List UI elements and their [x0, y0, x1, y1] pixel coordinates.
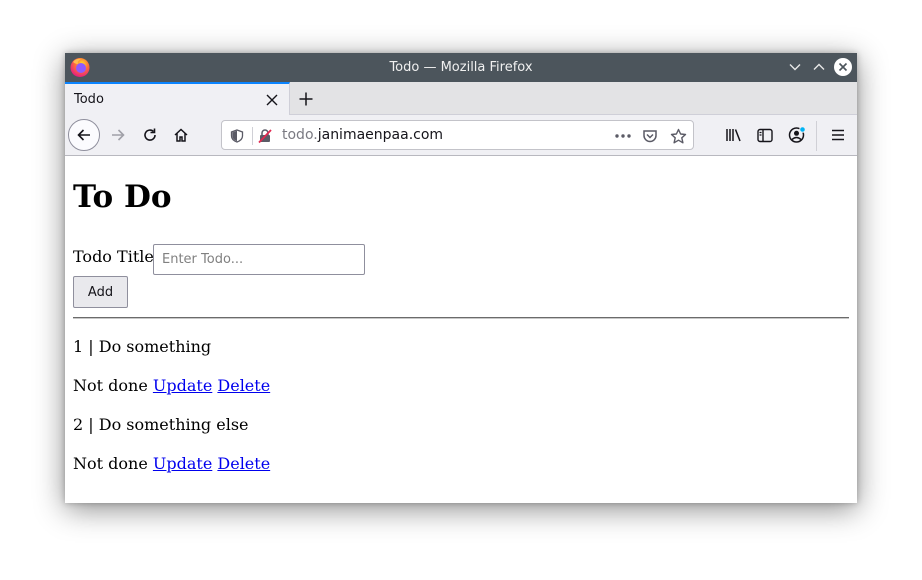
browser-window: Todo — Mozilla Firefox Todo todo.janimae… — [65, 53, 857, 503]
minimize-icon[interactable] — [785, 57, 805, 77]
forward-arrow-icon[interactable] — [102, 119, 134, 151]
tab-todo[interactable]: Todo — [65, 82, 290, 115]
todo-status: Not done — [73, 376, 148, 395]
update-link[interactable]: Update — [153, 454, 212, 473]
delete-link[interactable]: Delete — [217, 376, 270, 395]
delete-link[interactable]: Delete — [217, 454, 270, 473]
insecure-lock-icon[interactable] — [256, 127, 274, 145]
url-subdomain: todo. — [282, 127, 318, 143]
title-bar: Todo — Mozilla Firefox — [65, 53, 857, 82]
new-tab-icon[interactable] — [295, 88, 317, 110]
page-actions-icon[interactable] — [614, 127, 632, 145]
bookmark-star-icon[interactable] — [669, 127, 687, 145]
todo-item-actions: Not done Update Delete — [73, 454, 270, 473]
todo-title-input[interactable] — [153, 244, 365, 275]
account-icon[interactable] — [781, 119, 813, 151]
update-link[interactable]: Update — [153, 376, 212, 395]
todo-item-actions: Not done Update Delete — [73, 376, 270, 395]
close-tab-icon[interactable] — [263, 91, 281, 109]
page-title: To Do — [73, 179, 172, 215]
library-icon[interactable] — [717, 119, 749, 151]
maximize-icon[interactable] — [809, 57, 829, 77]
url-domain: janimaenpaa.com — [317, 127, 444, 143]
toolbar-separator — [816, 121, 817, 151]
add-button[interactable]: Add — [73, 276, 128, 308]
url-text[interactable]: todo.janimaenpaa.com — [282, 127, 443, 143]
back-arrow-icon[interactable] — [68, 119, 100, 151]
tab-label: Todo — [74, 92, 104, 107]
address-bar-separator — [252, 127, 253, 145]
address-bar[interactable]: todo.janimaenpaa.com — [221, 120, 694, 150]
navigation-bar: todo.janimaenpaa.com — [65, 115, 857, 156]
reload-icon[interactable] — [134, 119, 166, 151]
todo-item-summary: 2 | Do something else — [73, 415, 249, 434]
pocket-icon[interactable] — [641, 127, 659, 145]
sidebar-icon[interactable] — [749, 119, 781, 151]
tab-strip: Todo — [65, 82, 857, 115]
todo-status: Not done — [73, 454, 148, 473]
hamburger-menu-icon[interactable] — [822, 119, 854, 151]
todo-item-summary: 1 | Do something — [73, 337, 212, 356]
todo-title-label: Todo Title — [73, 247, 154, 266]
close-window-icon[interactable] — [833, 57, 853, 77]
shield-icon[interactable] — [228, 127, 246, 145]
divider — [73, 317, 849, 319]
home-icon[interactable] — [165, 119, 197, 151]
window-title: Todo — Mozilla Firefox — [389, 60, 533, 75]
page-content: To Do Todo Title Add 1 | Do something No… — [65, 156, 857, 503]
